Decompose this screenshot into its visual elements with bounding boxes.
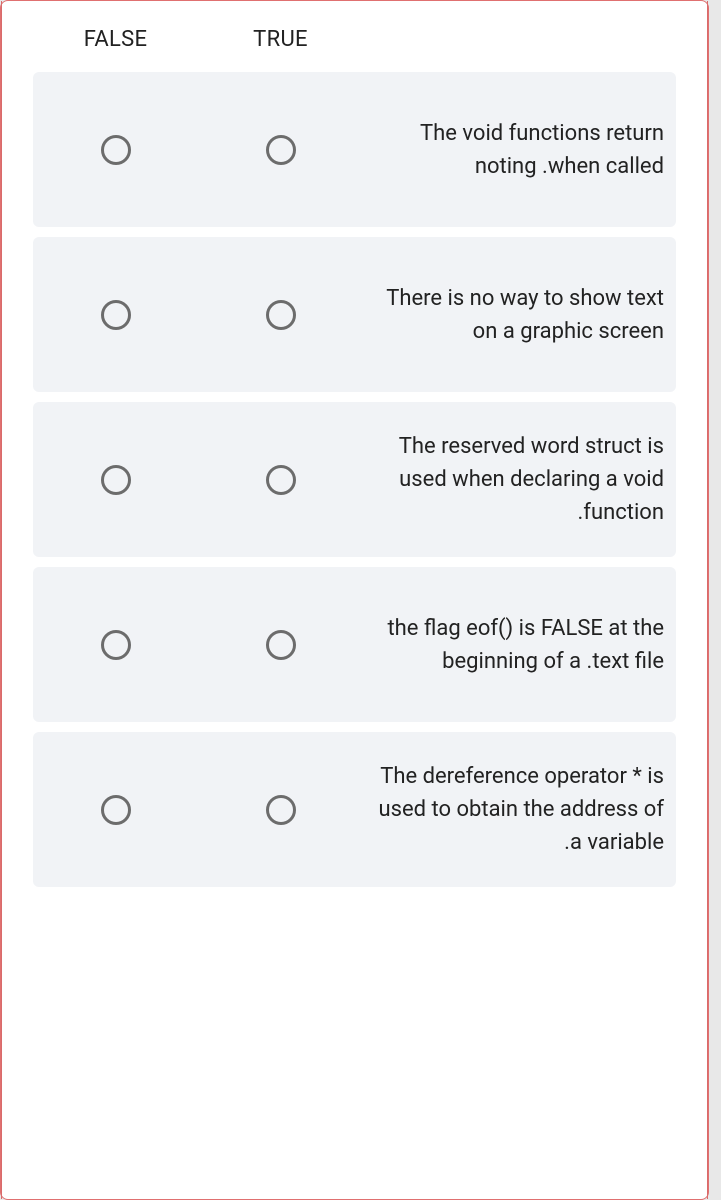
radio-true-2[interactable]	[266, 465, 296, 495]
radio-false-4[interactable]	[101, 795, 131, 825]
radio-cell-false	[33, 630, 198, 660]
radio-false-3[interactable]	[101, 630, 131, 660]
question-text: There is no way to show text on a graphi…	[363, 282, 664, 348]
radio-cell-true	[198, 465, 363, 495]
radio-true-1[interactable]	[266, 300, 296, 330]
radio-false-1[interactable]	[101, 300, 131, 330]
question-text: The dereference operator * is used to ob…	[363, 760, 664, 859]
question-row: The reserved word struct is used when de…	[33, 402, 676, 557]
question-row: The dereference operator * is used to ob…	[33, 732, 676, 887]
question-text: The void functions return noting .when c…	[363, 117, 664, 183]
radio-cell-true	[198, 135, 363, 165]
header-false: FALSE	[33, 27, 198, 52]
question-text: the flag eof() is FALSE at the beginning…	[363, 612, 664, 678]
question-row: the flag eof() is FALSE at the beginning…	[33, 567, 676, 722]
radio-true-4[interactable]	[266, 795, 296, 825]
radio-false-2[interactable]	[101, 465, 131, 495]
question-row: There is no way to show text on a graphi…	[33, 237, 676, 392]
card-inner: FALSE TRUE The void functions return not…	[1, 1, 708, 887]
radio-cell-false	[33, 795, 198, 825]
radio-true-3[interactable]	[266, 630, 296, 660]
header-row: FALSE TRUE	[33, 27, 676, 72]
radio-cell-false	[33, 465, 198, 495]
radio-false-0[interactable]	[101, 135, 131, 165]
question-row: The void functions return noting .when c…	[33, 72, 676, 227]
question-card: FALSE TRUE The void functions return not…	[0, 0, 709, 1200]
radio-cell-true	[198, 300, 363, 330]
header-true: TRUE	[198, 27, 363, 52]
radio-cell-false	[33, 300, 198, 330]
question-text: The reserved word struct is used when de…	[363, 430, 664, 529]
radio-cell-true	[198, 795, 363, 825]
radio-true-0[interactable]	[266, 135, 296, 165]
radio-cell-true	[198, 630, 363, 660]
radio-cell-false	[33, 135, 198, 165]
